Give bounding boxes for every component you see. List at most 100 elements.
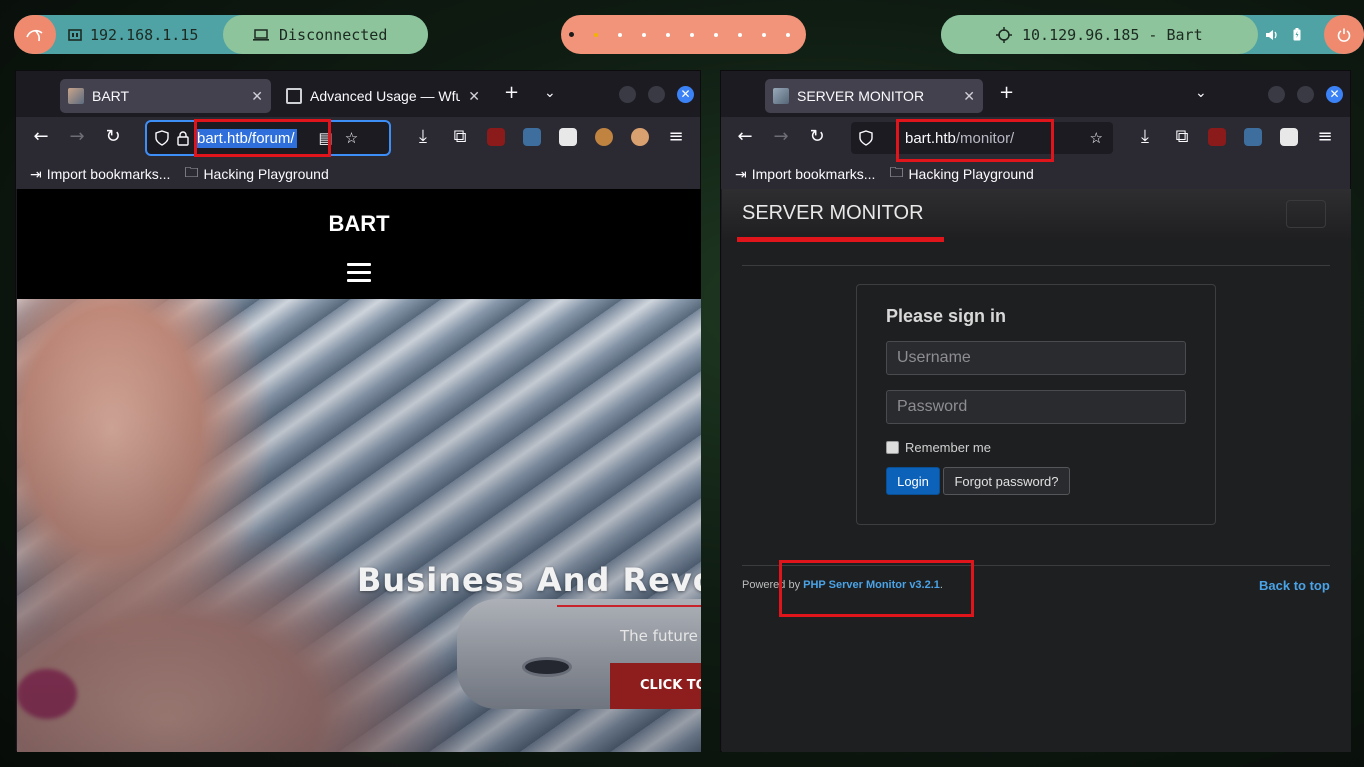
bookmarks-toolbar: ⇥ Import bookmarks... 🗀 Hacking Playgrou…	[721, 159, 1350, 189]
site-title[interactable]: BART	[17, 211, 701, 237]
ublock-origin-icon[interactable]	[1208, 128, 1226, 146]
target-text: 10.129.96.185 - Bart	[1022, 25, 1203, 44]
forward-arrow-icon[interactable]: →	[770, 126, 792, 147]
bookmark-folder-hacking[interactable]: 🗀 Hacking Playground	[889, 162, 1033, 186]
local-ip-widget[interactable]: 192.168.1.15	[56, 26, 223, 44]
remember-me-checkbox[interactable]	[886, 441, 899, 454]
back-to-top-link[interactable]: Back to top	[1259, 578, 1330, 593]
workspace-dot[interactable]	[714, 32, 718, 37]
bookmark-folder-hacking[interactable]: 🗀 Hacking Playground	[184, 162, 328, 186]
workspace-dot[interactable]	[762, 32, 766, 37]
vpn-status-widget[interactable]: Disconnected	[223, 15, 428, 54]
login-button[interactable]: Login	[886, 467, 940, 495]
power-button[interactable]	[1324, 15, 1364, 54]
tab-server-monitor[interactable]: SERVER MONITOR ✕	[765, 79, 983, 113]
cookie-editor-icon[interactable]	[595, 128, 613, 146]
folder-icon: 🗀	[184, 164, 199, 180]
hero-subtitle: The future	[620, 627, 698, 645]
tab-strip: SERVER MONITOR ✕ + ⌄ ✕	[721, 71, 1350, 117]
desktop-top-bar: 192.168.1.15 Disconnected 10.129.96.185	[0, 0, 1364, 70]
username-input[interactable]	[886, 341, 1186, 375]
ublock-origin-icon[interactable]	[487, 128, 505, 146]
navbar-toggle-button[interactable]	[1286, 200, 1326, 228]
qr-code-icon[interactable]	[559, 128, 577, 146]
reload-icon[interactable]: ↻	[806, 126, 828, 147]
crosshair-icon	[996, 26, 1012, 43]
bookmark-label: Import bookmarks...	[46, 166, 171, 182]
folder-icon: 🗀	[889, 164, 904, 180]
volume-icon[interactable]	[1266, 29, 1279, 41]
forward-arrow-icon[interactable]: →	[66, 126, 88, 147]
close-tab-icon[interactable]: ✕	[963, 88, 975, 105]
back-arrow-icon[interactable]: ←	[734, 126, 756, 147]
workspace-dot[interactable]	[786, 32, 790, 37]
page-body: Please sign in Remember me Login Forgot …	[722, 239, 1351, 752]
hero-title: Business And Revolu	[357, 561, 701, 599]
foxyproxy-icon[interactable]	[631, 128, 649, 146]
signin-heading: Please sign in	[886, 306, 1007, 326]
close-window-button[interactable]: ✕	[1326, 86, 1343, 103]
vpn-status-text: Disconnected	[279, 25, 388, 44]
remember-me[interactable]: Remember me	[886, 440, 991, 455]
workspace-dot[interactable]	[690, 32, 694, 37]
highlight-box-url	[896, 119, 1054, 162]
extensions-puzzle-icon[interactable]: ⧉	[449, 126, 471, 147]
bart-favicon-icon	[68, 88, 84, 104]
workspace-dot[interactable]	[618, 32, 622, 37]
minimize-button[interactable]	[619, 86, 636, 103]
import-icon: ⇥	[30, 165, 42, 182]
battery-icon[interactable]	[1293, 28, 1301, 41]
new-tab-icon[interactable]: +	[504, 82, 519, 103]
minimize-button[interactable]	[1268, 86, 1285, 103]
workspace-dot[interactable]	[569, 32, 574, 37]
app-menu-icon[interactable]: ≡	[1314, 126, 1336, 147]
hamburger-menu-icon[interactable]	[347, 263, 371, 287]
downloads-icon[interactable]: ⤓	[1134, 126, 1156, 147]
shield-icon	[155, 130, 169, 146]
import-icon: ⇥	[735, 165, 747, 182]
downloads-icon[interactable]: ⤓	[412, 126, 434, 147]
kali-dragon-icon	[26, 29, 43, 41]
workspace-dot[interactable]	[594, 32, 598, 37]
qr-code-icon[interactable]	[1280, 128, 1298, 146]
reload-icon[interactable]: ↻	[102, 126, 124, 147]
tab-label: SERVER MONITOR	[797, 88, 925, 104]
workspace-dot[interactable]	[642, 32, 646, 37]
close-tab-icon[interactable]: ✕	[251, 88, 263, 105]
bookmark-star-icon[interactable]: ☆	[345, 129, 358, 147]
close-window-button[interactable]: ✕	[677, 86, 694, 103]
monitor-favicon-icon	[773, 88, 789, 104]
target-pill: 10.129.96.185 - Bart	[941, 15, 1364, 54]
user-agent-switcher-icon[interactable]	[523, 128, 541, 146]
list-tabs-chevron-icon[interactable]: ⌄	[544, 85, 556, 101]
kali-menu-button[interactable]	[14, 15, 56, 54]
bookmark-import[interactable]: ⇥ Import bookmarks...	[30, 166, 170, 183]
tab-bart[interactable]: BART ✕	[60, 79, 271, 113]
workspace-dot[interactable]	[666, 32, 670, 37]
lock-icon	[177, 130, 189, 146]
app-navbar: SERVER MONITOR	[722, 189, 1351, 239]
password-input[interactable]	[886, 390, 1186, 424]
new-tab-icon[interactable]: +	[999, 82, 1014, 103]
bookmark-star-icon[interactable]: ☆	[1090, 129, 1103, 147]
maximize-button[interactable]	[648, 86, 665, 103]
back-arrow-icon[interactable]: ←	[30, 126, 52, 147]
bookmark-label: Import bookmarks...	[751, 166, 876, 182]
brand-title[interactable]: SERVER MONITOR	[742, 202, 924, 225]
docs-favicon-icon	[286, 88, 302, 104]
app-menu-icon[interactable]: ≡	[665, 126, 687, 147]
remember-me-label: Remember me	[905, 440, 991, 455]
bookmark-import[interactable]: ⇥ Import bookmarks...	[735, 166, 875, 183]
bookmark-label: Hacking Playground	[908, 166, 1034, 182]
workspace-dot[interactable]	[738, 32, 742, 37]
maximize-button[interactable]	[1297, 86, 1314, 103]
close-tab-icon[interactable]: ✕	[468, 88, 480, 105]
hero-cta-button[interactable]: CLICK TO	[610, 663, 701, 709]
tab-wfuzz[interactable]: Advanced Usage — Wfuzz ✕	[278, 79, 488, 113]
user-agent-switcher-icon[interactable]	[1244, 128, 1262, 146]
list-tabs-chevron-icon[interactable]: ⌄	[1195, 85, 1207, 101]
target-widget[interactable]: 10.129.96.185 - Bart	[941, 15, 1258, 54]
forgot-password-button[interactable]: Forgot password?	[943, 467, 1070, 495]
network-card-icon	[68, 28, 82, 41]
extensions-puzzle-icon[interactable]: ⧉	[1171, 126, 1193, 147]
